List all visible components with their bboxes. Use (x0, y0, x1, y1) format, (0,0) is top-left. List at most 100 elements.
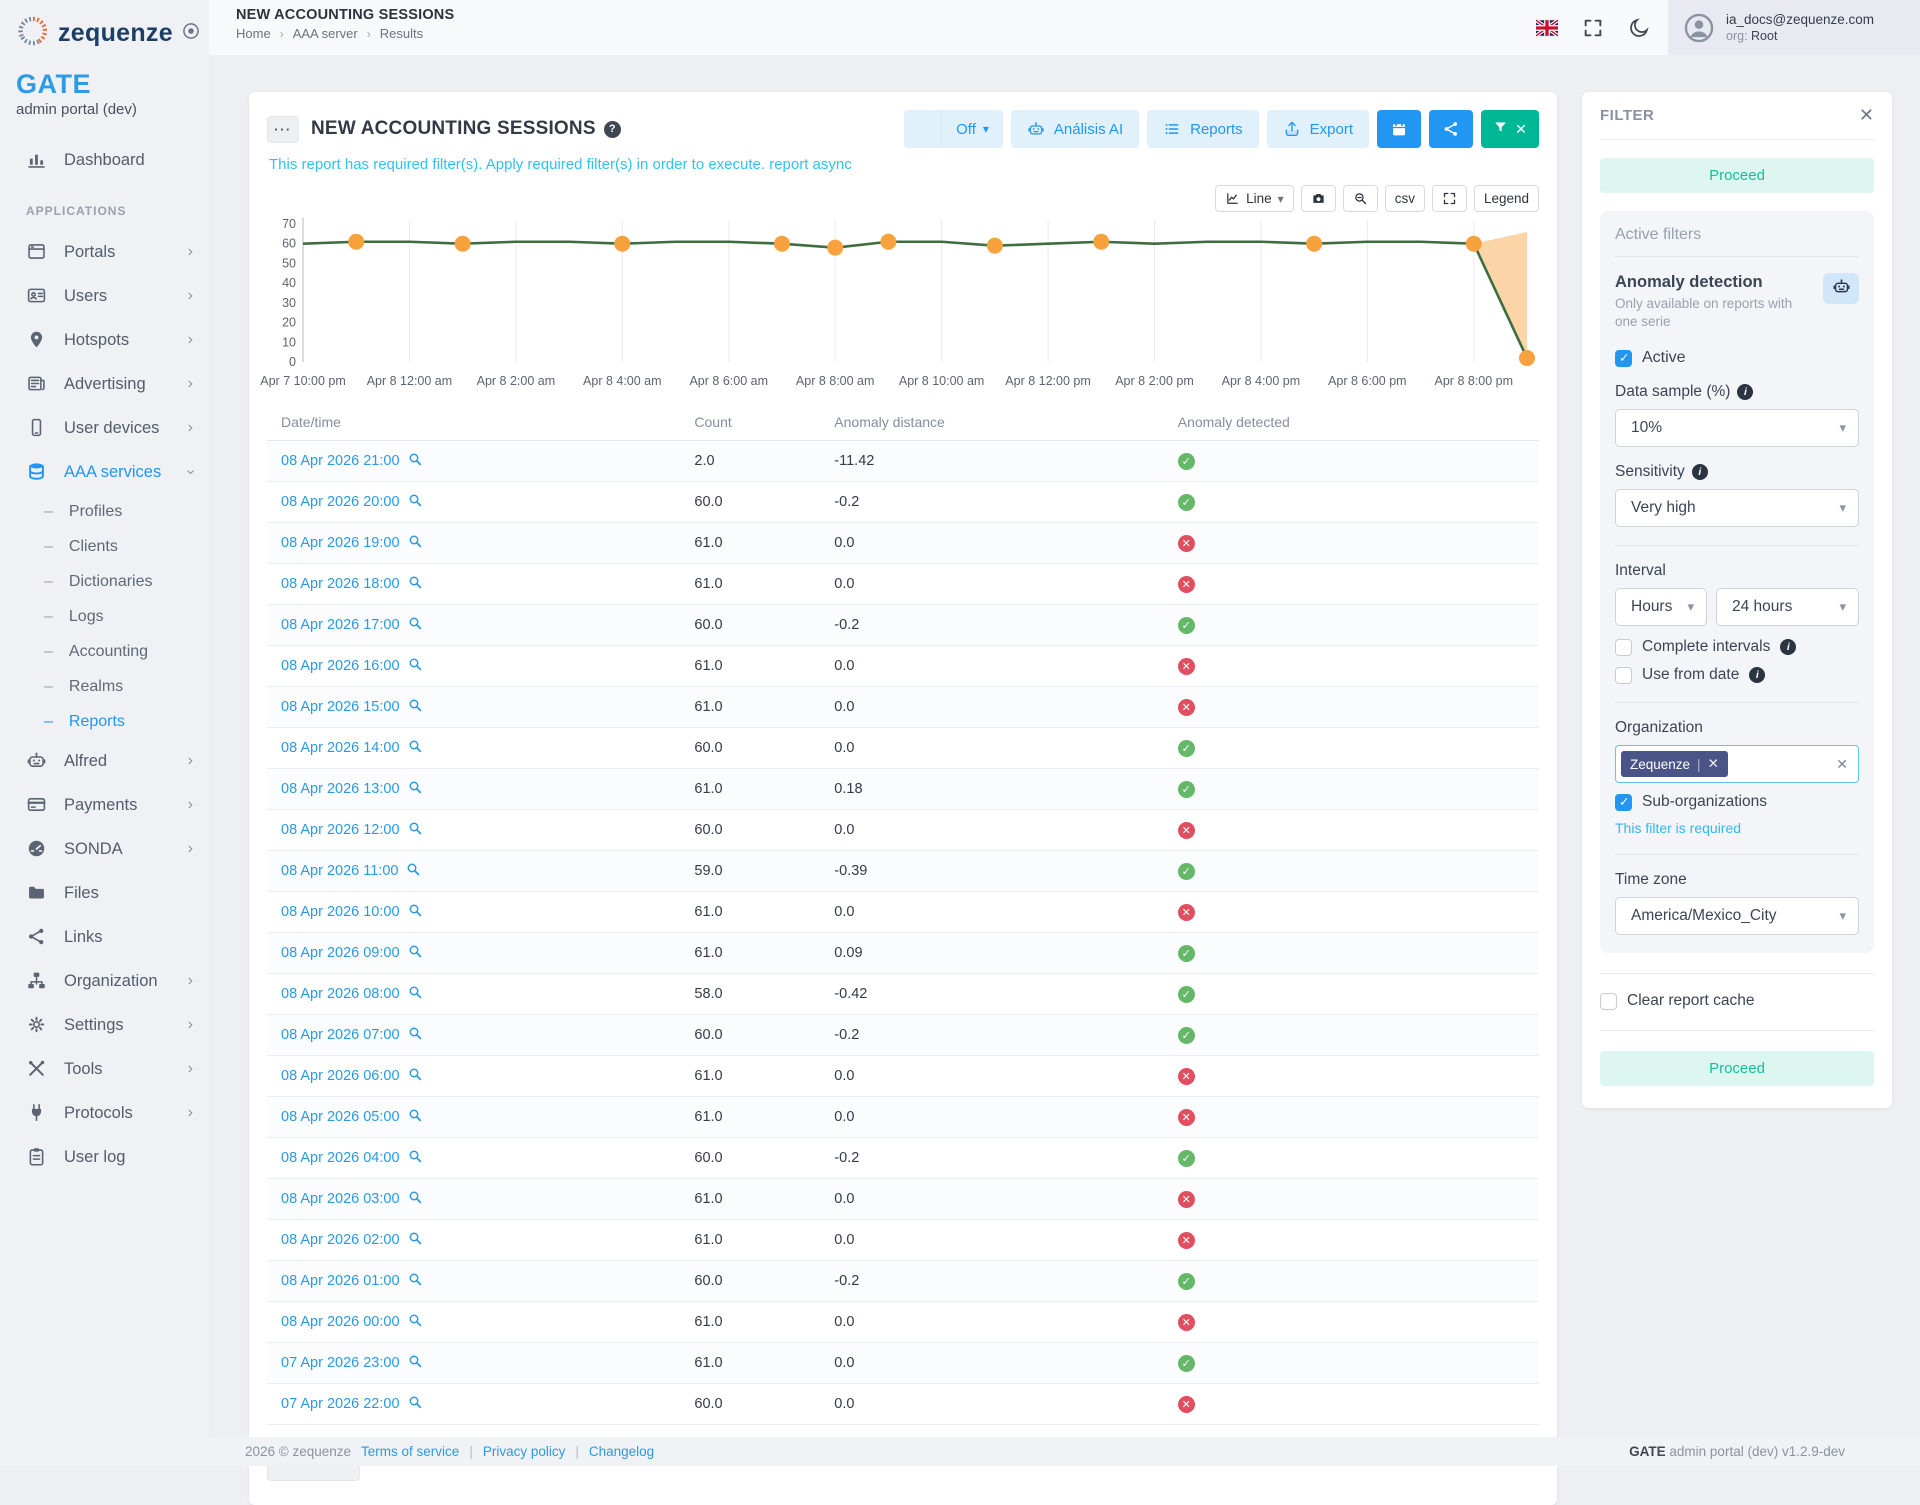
search-icon[interactable] (407, 1148, 423, 1168)
search-icon[interactable] (407, 656, 423, 676)
row-datetime-link[interactable]: 08 Apr 2026 01:00 (281, 1271, 423, 1291)
analysis-ai-button[interactable]: Análisis AI (1011, 110, 1139, 148)
share-button[interactable] (1429, 110, 1473, 148)
sidebar-toggle-icon[interactable] (181, 21, 201, 46)
fullscreen-icon[interactable] (1582, 17, 1604, 39)
breadcrumb-results[interactable]: Results (380, 26, 423, 41)
filter-toggle-button[interactable]: ✕ (1481, 110, 1539, 148)
search-icon[interactable] (407, 943, 423, 963)
search-icon[interactable] (407, 1312, 423, 1332)
use-from-date-checkbox[interactable] (1615, 667, 1632, 684)
search-icon[interactable] (407, 615, 423, 635)
sidebar-subitem-accounting[interactable]: Accounting (0, 634, 209, 669)
row-datetime-link[interactable]: 08 Apr 2026 12:00 (281, 820, 423, 840)
row-datetime-link[interactable]: 08 Apr 2026 15:00 (281, 697, 423, 717)
report-more-button[interactable]: ··· (267, 116, 299, 143)
search-icon[interactable] (407, 492, 423, 512)
sidebar-item-portals[interactable]: Portals› (0, 230, 209, 274)
complete-intervals-row[interactable]: Complete intervals (1615, 638, 1859, 656)
sidebar-subitem-profiles[interactable]: Profiles (0, 494, 209, 529)
info-icon[interactable] (1749, 667, 1765, 683)
language-flag-icon[interactable] (1536, 17, 1558, 39)
organization-select[interactable]: Zequenze|✕ ✕ (1615, 745, 1859, 783)
row-datetime-link[interactable]: 08 Apr 2026 10:00 (281, 902, 423, 922)
chart-zoom-reset-button[interactable] (1343, 185, 1378, 212)
row-datetime-link[interactable]: 07 Apr 2026 23:00 (281, 1353, 423, 1373)
sidebar-item-user-devices[interactable]: User devices› (0, 406, 209, 450)
sidebar-item-sonda[interactable]: SONDA› (0, 827, 209, 871)
info-icon[interactable] (1692, 464, 1708, 480)
row-datetime-link[interactable]: 08 Apr 2026 20:00 (281, 492, 423, 512)
chart-legend-button[interactable]: Legend (1474, 185, 1539, 212)
sidebar-item-alfred[interactable]: Alfred› (0, 739, 209, 783)
breadcrumb-home[interactable]: Home (236, 26, 271, 41)
sidebar-item-settings[interactable]: Settings› (0, 1003, 209, 1047)
footer-link-changelog[interactable]: Changelog (589, 1444, 654, 1459)
sidebar-item-user-log[interactable]: User log (0, 1135, 209, 1179)
row-datetime-link[interactable]: 08 Apr 2026 19:00 (281, 533, 423, 553)
row-datetime-link[interactable]: 07 Apr 2026 22:00 (281, 1394, 423, 1414)
row-datetime-link[interactable]: 08 Apr 2026 17:00 (281, 615, 423, 635)
close-icon[interactable]: ✕ (1859, 105, 1874, 126)
clear-cache-row[interactable]: Clear report cache (1600, 992, 1874, 1010)
sidebar-item-advertising[interactable]: Advertising› (0, 362, 209, 406)
footer-link-privacy-policy[interactable]: Privacy policy (483, 1444, 566, 1459)
help-icon[interactable]: ? (604, 121, 621, 138)
info-icon[interactable] (1780, 639, 1796, 655)
search-icon[interactable] (407, 1189, 423, 1209)
search-icon[interactable] (407, 984, 423, 1004)
row-datetime-link[interactable]: 08 Apr 2026 07:00 (281, 1025, 423, 1045)
user-menu[interactable]: ia_docs@zequenze.com org: Root (1668, 0, 1920, 55)
complete-intervals-checkbox[interactable] (1615, 639, 1632, 656)
search-icon[interactable] (407, 574, 423, 594)
proceed-button-top[interactable]: Proceed (1600, 158, 1874, 193)
sidebar-item-dashboard[interactable]: Dashboard (0, 138, 209, 182)
dark-mode-moon-icon[interactable] (1628, 17, 1650, 39)
search-icon[interactable] (407, 451, 423, 471)
search-icon[interactable] (407, 1066, 423, 1086)
schedule-button[interactable] (1377, 110, 1421, 148)
active-checkbox[interactable] (1615, 350, 1632, 367)
row-datetime-link[interactable]: 08 Apr 2026 00:00 (281, 1312, 423, 1332)
row-datetime-link[interactable]: 08 Apr 2026 13:00 (281, 779, 423, 799)
row-datetime-link[interactable]: 08 Apr 2026 21:00 (281, 451, 423, 471)
sidebar-item-protocols[interactable]: Protocols› (0, 1091, 209, 1135)
row-datetime-link[interactable]: 08 Apr 2026 14:00 (281, 738, 423, 758)
sidebar-subitem-reports[interactable]: Reports (0, 704, 209, 739)
sidebar-item-hotspots[interactable]: Hotspots› (0, 318, 209, 362)
active-checkbox-row[interactable]: Active (1615, 349, 1859, 367)
search-icon[interactable] (407, 820, 423, 840)
sub-organizations-row[interactable]: Sub-organizations (1615, 793, 1859, 811)
clear-cache-checkbox[interactable] (1600, 993, 1617, 1010)
sidebar-item-users[interactable]: Users› (0, 274, 209, 318)
sub-organizations-checkbox[interactable] (1615, 794, 1632, 811)
row-datetime-link[interactable]: 08 Apr 2026 11:00 (281, 861, 421, 881)
sensitivity-select[interactable]: Very high (1615, 489, 1859, 527)
sidebar-subitem-logs[interactable]: Logs (0, 599, 209, 634)
chart-csv-button[interactable]: csv (1385, 185, 1425, 212)
sidebar-item-payments[interactable]: Payments› (0, 783, 209, 827)
search-icon[interactable] (407, 779, 423, 799)
row-datetime-link[interactable]: 08 Apr 2026 04:00 (281, 1148, 423, 1168)
sidebar-item-tools[interactable]: Tools› (0, 1047, 209, 1091)
search-icon[interactable] (405, 861, 421, 881)
sidebar-item-files[interactable]: Files (0, 871, 209, 915)
sidebar-item-links[interactable]: Links (0, 915, 209, 959)
export-button[interactable]: Export (1267, 110, 1369, 148)
chart-snapshot-button[interactable] (1301, 185, 1336, 212)
footer-link-terms-of-service[interactable]: Terms of service (361, 1444, 459, 1459)
search-icon[interactable] (407, 902, 423, 922)
breadcrumb-aaa-server[interactable]: AAA server (293, 26, 358, 41)
search-icon[interactable] (407, 533, 423, 553)
use-from-date-row[interactable]: Use from date (1615, 666, 1859, 684)
reports-button[interactable]: Reports (1147, 110, 1259, 148)
search-icon[interactable] (407, 738, 423, 758)
sidebar-item-aaa-services[interactable]: AAA services› (0, 450, 209, 494)
row-datetime-link[interactable]: 08 Apr 2026 16:00 (281, 656, 423, 676)
search-icon[interactable] (407, 1107, 423, 1127)
remove-tag-icon[interactable]: ✕ (1708, 756, 1719, 772)
sidebar-item-organization[interactable]: Organization› (0, 959, 209, 1003)
timezone-select[interactable]: America/Mexico_City (1615, 897, 1859, 935)
search-icon[interactable] (407, 1271, 423, 1291)
interval-span-select[interactable]: 24 hours (1716, 588, 1859, 626)
